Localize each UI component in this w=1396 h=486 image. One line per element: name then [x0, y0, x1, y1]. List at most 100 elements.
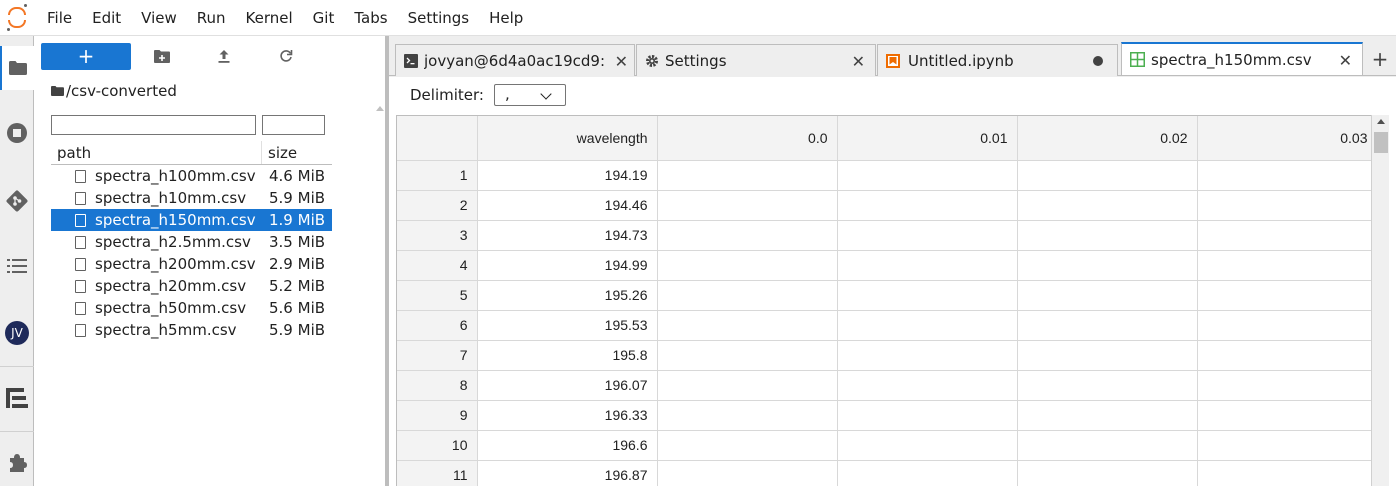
row-header[interactable]: 6: [397, 310, 478, 341]
grid-cell[interactable]: [657, 280, 838, 311]
extension-icon[interactable]: [0, 441, 34, 485]
menu-help[interactable]: Help: [479, 0, 533, 36]
running-icon[interactable]: [0, 111, 34, 155]
grid-cell[interactable]: [1197, 460, 1378, 486]
grid-cell[interactable]: 194.99: [477, 250, 658, 281]
column-header-size[interactable]: size: [262, 141, 297, 164]
menu-file[interactable]: File: [34, 0, 82, 36]
grid-corner-header[interactable]: [397, 116, 478, 161]
menu-run[interactable]: Run: [187, 0, 236, 36]
grid-cell[interactable]: 196.6: [477, 430, 658, 461]
grid-cell[interactable]: [837, 370, 1018, 401]
grid-cell[interactable]: [657, 250, 838, 281]
grid-cell[interactable]: [1017, 190, 1198, 221]
close-icon[interactable]: ✕: [615, 52, 628, 71]
jupyter-logo-icon[interactable]: [0, 0, 34, 36]
row-header[interactable]: 1: [397, 160, 478, 191]
refresh-button[interactable]: [255, 43, 317, 70]
column-header[interactable]: 0.01: [837, 116, 1018, 161]
toc-icon[interactable]: [0, 244, 34, 288]
grid-cell[interactable]: [1197, 310, 1378, 341]
grid-cell[interactable]: [837, 190, 1018, 221]
grid-cell[interactable]: [1197, 280, 1378, 311]
file-row[interactable]: spectra_h2.5mm.csv 3.5 MiB: [51, 231, 332, 253]
tab-untitled-notebook[interactable]: Untitled.ipynb: [877, 44, 1118, 76]
row-header[interactable]: 4: [397, 250, 478, 281]
grid-cell[interactable]: [837, 250, 1018, 281]
grid-cell[interactable]: [837, 160, 1018, 191]
grid-cell[interactable]: [1017, 430, 1198, 461]
grid-cell[interactable]: [1017, 220, 1198, 251]
grid-cell[interactable]: 195.8: [477, 340, 658, 371]
close-icon[interactable]: ✕: [852, 52, 865, 71]
grid-cell[interactable]: 194.19: [477, 160, 658, 191]
column-header[interactable]: wavelength: [477, 116, 658, 161]
grid-cell[interactable]: 194.46: [477, 190, 658, 221]
grid-cell[interactable]: [1017, 160, 1198, 191]
grid-cell[interactable]: [1197, 400, 1378, 431]
row-header[interactable]: 2: [397, 190, 478, 221]
grid-cell[interactable]: [657, 400, 838, 431]
column-header[interactable]: 0.03: [1197, 116, 1378, 161]
user-icon[interactable]: JV: [0, 311, 34, 355]
menu-kernel[interactable]: Kernel: [236, 0, 303, 36]
vertical-scrollbar[interactable]: [1371, 115, 1389, 486]
grid-cell[interactable]: [1197, 250, 1378, 281]
row-header[interactable]: 8: [397, 370, 478, 401]
tab-csv-file[interactable]: spectra_h150mm.csv ✕: [1121, 42, 1363, 75]
grid-cell[interactable]: [657, 340, 838, 371]
grid-cell[interactable]: [1197, 160, 1378, 191]
grid-cell[interactable]: [1017, 340, 1198, 371]
grid-cell[interactable]: [837, 400, 1018, 431]
close-icon[interactable]: ✕: [1339, 51, 1352, 70]
row-header[interactable]: 9: [397, 400, 478, 431]
data-grid[interactable]: wavelength 0.0 0.01 0.02 0.03 1 194.19 2 194.46…: [396, 115, 1378, 486]
grid-cell[interactable]: 194.73: [477, 220, 658, 251]
file-row[interactable]: spectra_h150mm.csv 1.9 MiB: [51, 209, 332, 231]
row-header[interactable]: 10: [397, 430, 478, 461]
file-row[interactable]: spectra_h5mm.csv 5.9 MiB: [51, 319, 332, 341]
scroll-up-arrow-icon[interactable]: [1377, 119, 1385, 124]
column-header[interactable]: 0.0: [657, 116, 838, 161]
grid-cell[interactable]: [1017, 280, 1198, 311]
grid-cell[interactable]: [837, 310, 1018, 341]
row-header[interactable]: 7: [397, 340, 478, 371]
grid-cell[interactable]: [657, 220, 838, 251]
grid-cell[interactable]: [657, 460, 838, 486]
property-inspector-icon[interactable]: [0, 376, 34, 420]
row-header[interactable]: 5: [397, 280, 478, 311]
unsaved-dot-icon[interactable]: [1093, 56, 1103, 66]
tab-settings[interactable]: Settings ✕: [636, 44, 876, 76]
grid-cell[interactable]: [837, 280, 1018, 311]
file-row[interactable]: spectra_h100mm.csv 4.6 MiB: [51, 165, 332, 187]
delimiter-select[interactable]: ,: [493, 84, 566, 106]
grid-cell[interactable]: [837, 340, 1018, 371]
grid-cell[interactable]: [837, 430, 1018, 461]
grid-cell[interactable]: [1197, 340, 1378, 371]
grid-cell[interactable]: [1017, 310, 1198, 341]
new-launcher-button[interactable]: +: [41, 42, 131, 70]
grid-cell[interactable]: 196.07: [477, 370, 658, 401]
breadcrumb-path[interactable]: /csv-converted: [66, 82, 177, 100]
grid-cell[interactable]: 195.53: [477, 310, 658, 341]
row-header[interactable]: 3: [397, 220, 478, 251]
grid-cell[interactable]: [1197, 370, 1378, 401]
grid-cell[interactable]: [1017, 460, 1198, 486]
menu-view[interactable]: View: [131, 0, 187, 36]
file-row[interactable]: spectra_h20mm.csv 5.2 MiB: [51, 275, 332, 297]
menu-edit[interactable]: Edit: [82, 0, 131, 36]
grid-cell[interactable]: [1197, 220, 1378, 251]
grid-cell[interactable]: 195.26: [477, 280, 658, 311]
file-row[interactable]: spectra_h50mm.csv 5.6 MiB: [51, 297, 332, 319]
new-folder-button[interactable]: [131, 43, 193, 70]
grid-cell[interactable]: 196.87: [477, 460, 658, 486]
grid-cell[interactable]: [1017, 370, 1198, 401]
file-row[interactable]: spectra_h200mm.csv 2.9 MiB: [51, 253, 332, 275]
grid-cell[interactable]: [657, 430, 838, 461]
upload-button[interactable]: [193, 43, 255, 70]
menu-git[interactable]: Git: [303, 0, 345, 36]
grid-cell[interactable]: [657, 190, 838, 221]
column-header-path[interactable]: path: [51, 141, 262, 164]
grid-cell[interactable]: [1197, 190, 1378, 221]
row-header[interactable]: 11: [397, 460, 478, 486]
